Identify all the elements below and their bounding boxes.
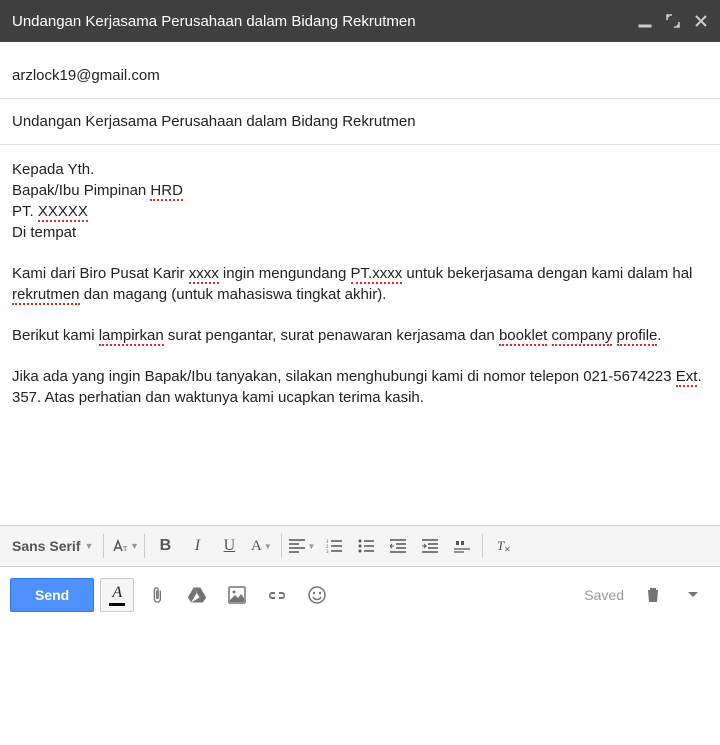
- bold-button[interactable]: B: [149, 532, 181, 560]
- text-color-button[interactable]: A ▼: [245, 532, 277, 560]
- body-text: Kepada Yth.: [12, 161, 94, 178]
- body-text: surat pengantar, surat penawaran kerjasa…: [164, 327, 499, 344]
- body-text: untuk bekerjasama dengan kami dalam hal: [402, 265, 692, 282]
- chevron-down-icon: ▼: [307, 542, 315, 551]
- align-button[interactable]: ▼: [286, 532, 318, 560]
- window-titlebar: Undangan Kerjasama Perusahaan dalam Bida…: [0, 0, 720, 42]
- to-field[interactable]: arzlock19@gmail.com: [0, 42, 720, 99]
- window-title: Undangan Kerjasama Perusahaan dalam Bida…: [12, 13, 638, 30]
- quote-button[interactable]: [446, 532, 478, 560]
- body-text: Bapak/Ibu Pimpinan: [12, 182, 150, 199]
- action-bar: Send A Saved: [0, 567, 720, 623]
- text-format-toggle[interactable]: A: [100, 578, 134, 612]
- body-text: Berikut kami: [12, 327, 99, 344]
- remove-formatting-button[interactable]: T✕: [487, 532, 519, 560]
- body-text: dan magang (untuk mahasiswa tingkat akhi…: [80, 286, 387, 303]
- separator: [144, 534, 145, 558]
- window-controls: [638, 14, 708, 28]
- body-text: ingin mengundang: [219, 265, 351, 282]
- body-text: [612, 327, 616, 344]
- close-icon[interactable]: [694, 14, 708, 28]
- email-body[interactable]: Kepada Yth. Bapak/Ibu Pimpinan HRD PT. X…: [0, 145, 720, 525]
- more-options-icon[interactable]: [676, 578, 710, 612]
- body-text: PT.: [12, 203, 38, 220]
- insert-photo-icon[interactable]: [220, 578, 254, 612]
- separator: [281, 534, 282, 558]
- italic-button[interactable]: I: [181, 532, 213, 560]
- spell-error: HRD: [150, 182, 183, 201]
- spell-error: PT.xxxx: [351, 265, 403, 284]
- spell-error: lampirkan: [99, 327, 164, 346]
- indent-more-button[interactable]: [414, 532, 446, 560]
- spell-error: company: [552, 327, 613, 346]
- body-text: [547, 327, 551, 344]
- drive-icon[interactable]: [180, 578, 214, 612]
- spell-error: profile: [617, 327, 658, 346]
- expand-icon[interactable]: [666, 14, 680, 28]
- bullet-list-button[interactable]: [350, 532, 382, 560]
- chevron-down-icon: ▼: [84, 541, 93, 551]
- spell-error: booklet: [499, 327, 547, 346]
- chevron-down-icon: ▼: [264, 542, 272, 551]
- font-size-button[interactable]: T ▼: [108, 532, 140, 560]
- attach-file-icon[interactable]: [140, 578, 174, 612]
- underline-button[interactable]: U: [213, 532, 245, 560]
- svg-text:3: 3: [326, 550, 329, 553]
- chevron-down-icon: ▼: [130, 541, 139, 551]
- spell-error: rekrutmen: [12, 286, 80, 305]
- insert-link-icon[interactable]: [260, 578, 294, 612]
- indent-less-button[interactable]: [382, 532, 414, 560]
- formatting-toolbar: Sans Serif ▼ T ▼ B I U A ▼ ▼ 123 T✕: [0, 525, 720, 567]
- body-text: Jika ada yang ingin Bapak/Ibu tanyakan, …: [12, 368, 676, 385]
- minimize-icon[interactable]: [638, 14, 652, 28]
- saved-label: Saved: [584, 587, 624, 603]
- to-value: arzlock19@gmail.com: [12, 67, 160, 84]
- body-text: Di tempat: [12, 224, 76, 241]
- insert-emoji-icon[interactable]: [300, 578, 334, 612]
- subject-value: Undangan Kerjasama Perusahaan dalam Bida…: [12, 113, 416, 130]
- font-family-label: Sans Serif: [12, 538, 80, 554]
- spell-error: xxxx: [189, 265, 219, 284]
- spell-error: Ext: [676, 368, 698, 387]
- svg-text:T: T: [123, 545, 128, 553]
- separator: [103, 534, 104, 558]
- body-text: Kami dari Biro Pusat Karir: [12, 265, 189, 282]
- font-family-select[interactable]: Sans Serif ▼: [8, 532, 99, 560]
- separator: [482, 534, 483, 558]
- svg-text:✕: ✕: [504, 545, 511, 554]
- body-text: .: [657, 327, 661, 344]
- subject-field[interactable]: Undangan Kerjasama Perusahaan dalam Bida…: [0, 99, 720, 145]
- send-button[interactable]: Send: [10, 578, 94, 612]
- numbered-list-button[interactable]: 123: [318, 532, 350, 560]
- discard-draft-icon[interactable]: [636, 578, 670, 612]
- spell-error: XXXXX: [38, 203, 88, 222]
